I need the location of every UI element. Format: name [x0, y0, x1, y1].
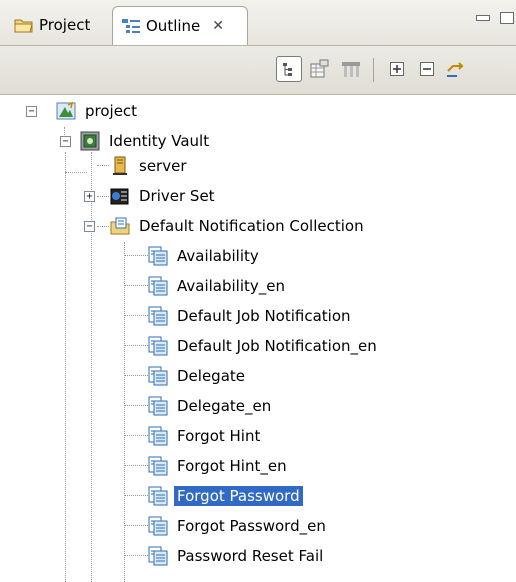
expand-all-icon	[390, 62, 404, 76]
expand-all-button[interactable]	[384, 56, 410, 82]
tree-node-label: Availability	[177, 247, 259, 265]
tab-project-label: Project	[39, 16, 91, 34]
maximize-icon[interactable]	[500, 12, 514, 24]
collapse-icon[interactable]: −	[26, 106, 37, 117]
tree-connector	[97, 165, 109, 166]
tree-node-label: Forgot Hint	[177, 427, 261, 445]
tree-connector	[124, 465, 148, 466]
sync-icon	[447, 62, 464, 77]
tree-node-template[interactable]: Forgot Hint_en	[148, 451, 290, 481]
sync-button[interactable]	[442, 56, 468, 82]
identity-vault-icon	[80, 131, 100, 151]
tree-node-template[interactable]: Password Reset Fail	[148, 541, 326, 571]
notification-template-icon	[148, 486, 168, 506]
view-toolbar	[0, 46, 516, 95]
tree-connector	[124, 242, 125, 582]
close-icon[interactable]: ✕	[212, 18, 224, 34]
table-view-icon	[310, 59, 329, 78]
tree-node-template[interactable]: Forgot Password_en	[148, 511, 329, 541]
tree-node-label: Driver Set	[139, 187, 215, 205]
notification-template-icon	[148, 366, 168, 386]
tree-node-label: Default Notification Collection	[139, 217, 364, 235]
tree-node-template[interactable]: Forgot Password	[148, 481, 303, 511]
tree-node-label: Default Job Notification_en	[177, 337, 377, 355]
tree-connector	[124, 375, 148, 376]
tree-node-template[interactable]: Delegate_en	[148, 391, 274, 421]
tree-connector	[124, 435, 148, 436]
tree-node-template[interactable]: Availability	[148, 241, 262, 271]
view-tab-bar: Project Outline ✕	[0, 0, 516, 46]
collapse-icon[interactable]: −	[84, 221, 95, 232]
tree-connector	[124, 285, 148, 286]
expand-icon[interactable]: +	[84, 191, 95, 202]
tree-connector	[124, 495, 148, 496]
tree-node-label: project	[85, 102, 138, 120]
folder-icon	[14, 17, 34, 33]
tree-node-label: Forgot Hint_en	[177, 457, 287, 475]
tree-node-template[interactable]: Default Job Notification_en	[148, 331, 380, 361]
tree-connector	[124, 555, 148, 556]
tab-outline[interactable]: Outline ✕	[112, 6, 248, 45]
tree-node-template[interactable]: Availability_en	[148, 271, 288, 301]
tree-connector	[124, 345, 148, 346]
notification-template-icon	[148, 546, 168, 566]
tree-node-label: Default Job Notification	[177, 307, 351, 325]
tree-connector	[65, 172, 87, 173]
notification-template-icon	[148, 276, 168, 296]
collapse-all-button[interactable]	[414, 56, 440, 82]
tree-node-label: server	[139, 157, 187, 175]
notification-template-icon	[148, 516, 168, 536]
notification-template-icon	[148, 306, 168, 326]
notification-template-icon	[148, 336, 168, 356]
columns-view-button[interactable]	[338, 56, 364, 82]
tree-node-template[interactable]: Forgot Hint	[148, 421, 263, 451]
tab-project[interactable]: Project	[6, 6, 110, 44]
tree-view-icon	[283, 63, 292, 76]
notification-template-icon	[148, 246, 168, 266]
tree-node-label: Forgot Password_en	[177, 517, 326, 535]
server-icon	[110, 156, 130, 176]
tree-node-template[interactable]: Default Job Notification	[148, 301, 354, 331]
notification-template-icon	[148, 396, 168, 416]
tree-view-button[interactable]	[276, 56, 302, 82]
tab-outline-label: Outline	[146, 17, 201, 35]
tree-node-label: Identity Vault	[109, 132, 210, 150]
outline-view: Project Outline ✕ − project − Identity V…	[0, 0, 516, 582]
collapse-icon[interactable]: −	[60, 136, 71, 147]
tree-connector	[124, 405, 148, 406]
outline-icon	[121, 18, 141, 34]
tree-node-label: Availability_en	[177, 277, 285, 295]
project-icon	[56, 101, 76, 121]
tree-connector	[124, 255, 148, 256]
tree-connector	[124, 315, 148, 316]
tree-node-label: Delegate	[177, 367, 245, 385]
tree-connector	[65, 152, 66, 582]
toolbar-separator	[373, 58, 374, 82]
driver-set-icon	[110, 186, 130, 206]
notification-template-icon	[148, 456, 168, 476]
tree-node-label: Forgot Password	[174, 486, 303, 506]
collapse-all-icon	[420, 62, 434, 76]
outline-tree: − project − Identity Vault server + Driv…	[0, 96, 516, 582]
tree-node-server[interactable]: server	[110, 151, 189, 181]
tree-node-label: Password Reset Fail	[177, 547, 324, 565]
window-controls	[476, 12, 514, 24]
tree-node-label: Delegate_en	[177, 397, 272, 415]
tree-node-template[interactable]: Delegate	[148, 361, 248, 391]
tree-node-project[interactable]: − project	[24, 96, 140, 126]
table-view-button[interactable]	[306, 56, 332, 82]
tree-connector	[124, 525, 148, 526]
notification-template-icon	[148, 426, 168, 446]
columns-view-icon	[342, 62, 360, 77]
minimize-icon[interactable]	[476, 15, 490, 21]
tree-node-default-notification-collection[interactable]: − Default Notification Collection	[84, 211, 367, 241]
tree-node-driver-set[interactable]: + Driver Set	[84, 181, 218, 211]
notification-collection-icon	[110, 216, 130, 236]
